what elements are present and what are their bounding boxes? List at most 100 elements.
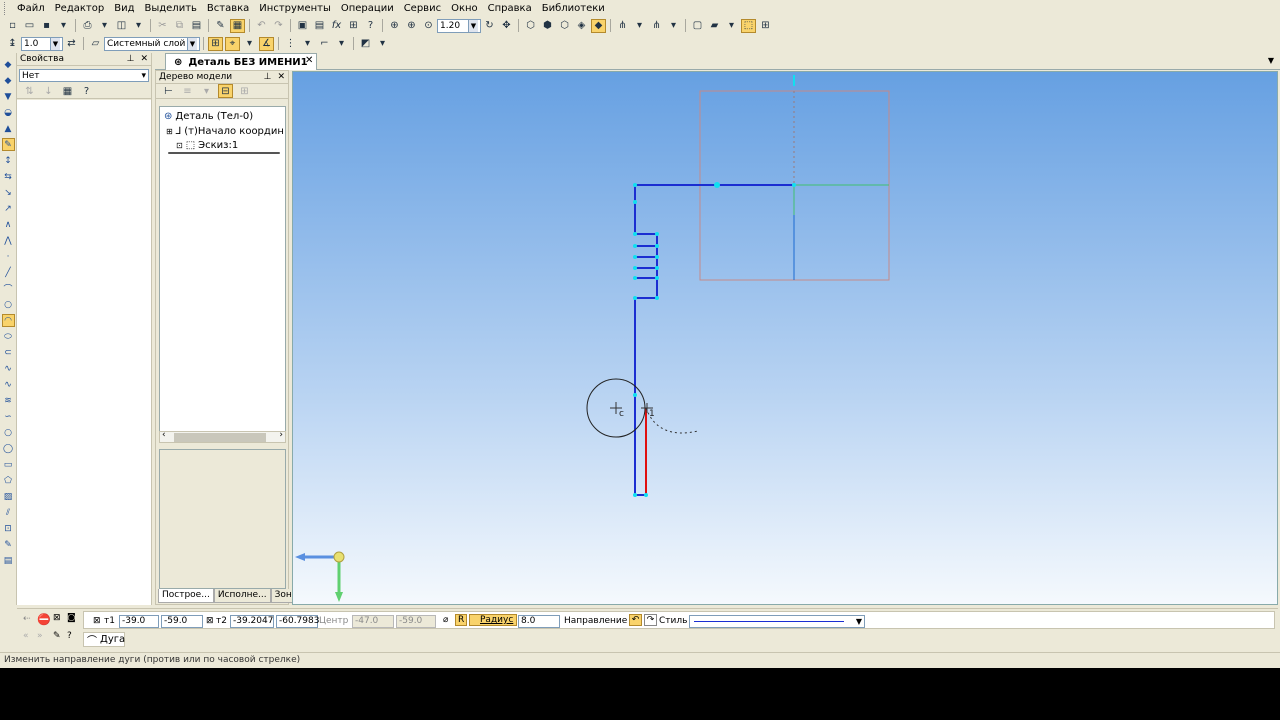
center-x-field[interactable]: -47.0 <box>352 615 394 628</box>
scrollbar-thumb[interactable] <box>174 433 266 442</box>
shaded-icon[interactable]: ◈ <box>574 19 589 33</box>
curve-icon[interactable]: ∽ <box>2 410 15 423</box>
menu-libraries[interactable]: Библиотеки <box>537 1 610 17</box>
menu-operations[interactable]: Операции <box>336 1 399 17</box>
radius-field[interactable]: 8.0 <box>518 615 560 628</box>
variables-icon[interactable]: fx <box>329 19 344 33</box>
arc-icon[interactable]: ◠ <box>1 314 15 327</box>
polygon-icon[interactable]: ⬠ <box>2 474 15 487</box>
snapshot-icon[interactable]: ◙ <box>67 613 76 623</box>
ortho-icon[interactable]: ⌐ <box>317 37 332 51</box>
contour-icon[interactable]: ≋ <box>2 394 15 407</box>
assembly-icon[interactable]: ▰ <box>707 19 722 33</box>
tab-construction[interactable]: Построе... <box>158 589 214 603</box>
text-icon[interactable]: ✎ <box>2 538 15 551</box>
undo-icon[interactable]: ↶ <box>254 19 269 33</box>
hatch-icon[interactable]: ▨ <box>2 490 15 503</box>
tree-mode-icon[interactable]: ≡ <box>180 84 195 98</box>
equidistant-icon[interactable]: ⫽ <box>2 506 15 519</box>
trim-icon[interactable]: ↗ <box>2 202 15 215</box>
menu-grip[interactable] <box>4 2 8 15</box>
auto-create-icon[interactable]: ⊠ <box>53 613 61 623</box>
dropdown-icon[interactable]: ▾ <box>666 19 681 33</box>
dropdown-icon[interactable]: ▾ <box>97 19 112 33</box>
menu-service[interactable]: Сервис <box>399 1 446 17</box>
filter-icon[interactable]: ⋔ <box>615 19 630 33</box>
redo-icon[interactable]: ↷ <box>271 19 286 33</box>
point1-y-field[interactable]: -59.0 <box>161 615 203 628</box>
grid-snap-icon[interactable]: ⊞ <box>208 36 223 51</box>
annotations-icon[interactable]: ◒ <box>2 106 15 119</box>
close-icon[interactable]: ✕ <box>277 72 285 82</box>
document-tab[interactable]: ⊛ Деталь БЕЗ ИМЕНИ1 <box>165 53 317 70</box>
cw-arc-icon[interactable]: ↷ <box>644 614 657 626</box>
hidden-lines-icon[interactable]: ⬡ <box>557 19 572 33</box>
new-file-icon[interactable]: ▫ <box>5 19 20 33</box>
categories-icon[interactable]: ▦ <box>60 84 75 98</box>
paste-icon[interactable]: ▤ <box>189 19 204 33</box>
zoom-all-icon[interactable]: ⊙ <box>421 19 436 33</box>
dropdown-icon[interactable]: ▾ <box>131 19 146 33</box>
scroll-right-icon[interactable]: › <box>279 430 283 440</box>
tab-versions[interactable]: Исполне... <box>213 589 271 603</box>
segment-icon[interactable]: ╱ <box>2 266 15 279</box>
editing-icon[interactable]: ✎ <box>1 138 15 151</box>
tree-node-part[interactable]: ⊛ Деталь (Тел-0) <box>164 111 253 122</box>
sort-az-icon[interactable]: ↓ <box>41 84 56 98</box>
open-file-icon[interactable]: ▭ <box>22 19 37 33</box>
point2-lock-icon[interactable]: ⊠ <box>206 616 214 626</box>
layer-combo[interactable]: Системный слой ▼ <box>104 36 200 51</box>
menu-help[interactable]: Справка <box>483 1 537 17</box>
library-icon[interactable]: ▤ <box>312 19 327 33</box>
view-orientation-icon[interactable]: ◩ <box>358 37 373 51</box>
measure-icon[interactable]: ⊞ <box>346 19 361 33</box>
table-icon[interactable]: ▤ <box>2 554 15 567</box>
bezier-icon[interactable]: ∿ <box>2 362 15 375</box>
back-icon[interactable]: « <box>23 631 29 641</box>
stop-icon[interactable]: ⛔ <box>37 613 51 626</box>
menu-window[interactable]: Окно <box>446 1 483 17</box>
polyline-icon[interactable]: ⌒ <box>2 282 15 295</box>
point2-y-field[interactable]: -60.7983 <box>276 615 319 628</box>
layer-icon[interactable]: ▱ <box>88 37 103 51</box>
ccw-arc-icon[interactable]: ↶ <box>629 614 642 626</box>
tree-horizontal-scrollbar[interactable]: ‹ › <box>159 430 286 443</box>
pin-panel-icon[interactable]: ⇠ <box>23 614 31 624</box>
zoom-window-icon[interactable]: ⊕ <box>387 19 402 33</box>
sort-icon[interactable]: ⇅ <box>22 84 37 98</box>
help-icon[interactable]: ? <box>67 631 72 641</box>
point2-x-field[interactable]: -39.2047 <box>230 615 274 628</box>
dropdown-icon[interactable]: ▾ <box>724 19 739 33</box>
model-viewport[interactable]: c 1 <box>292 71 1278 605</box>
edit-params-icon[interactable]: ✎ <box>53 631 61 641</box>
local-snap-icon[interactable]: ∡ <box>259 36 274 51</box>
dropdown-icon[interactable]: ▾ <box>300 37 315 51</box>
measure-tool-icon[interactable]: ↕ <box>2 154 15 167</box>
close-icon[interactable]: ✕ <box>305 55 313 66</box>
properties-info-icon[interactable]: ? <box>79 84 94 98</box>
wireframe-icon[interactable]: ⬢ <box>540 19 555 33</box>
sketch-icon[interactable]: ⬚ <box>741 18 756 33</box>
scroll-left-icon[interactable]: ‹ <box>162 430 166 440</box>
save-icon[interactable]: ▪ <box>39 19 54 33</box>
diameter-icon[interactable]: ⌀ <box>443 615 448 625</box>
command-tab[interactable]: ⌒ Дуга <box>83 632 125 647</box>
format-brush-icon[interactable]: ✎ <box>213 19 228 33</box>
snap-tool-icon[interactable]: ↘ <box>2 186 15 199</box>
select-tool-icon[interactable]: ⇆ <box>2 170 15 183</box>
line-scale-combo[interactable]: 1.0 ▼ <box>21 36 63 51</box>
point1-x-field[interactable]: -39.0 <box>119 615 159 628</box>
rectangle-icon[interactable]: ▭ <box>2 458 15 471</box>
snap-object-icon[interactable]: ⌖ <box>225 36 240 51</box>
menu-editor[interactable]: Редактор <box>50 1 110 17</box>
menu-insert[interactable]: Вставка <box>202 1 254 17</box>
tree-structure-icon[interactable]: ⊟ <box>218 84 233 98</box>
close-icon[interactable]: ✕ <box>140 54 148 64</box>
dropdown-icon[interactable]: ▾ <box>56 19 71 33</box>
manager-icon[interactable]: ▣ <box>295 19 310 33</box>
menu-file[interactable]: Файл <box>12 1 50 17</box>
forward-icon[interactable]: » <box>37 631 43 641</box>
dropdown-icon[interactable]: ▾ <box>334 37 349 51</box>
cut-icon[interactable]: ✂ <box>155 19 170 33</box>
menu-view[interactable]: Вид <box>109 1 139 17</box>
